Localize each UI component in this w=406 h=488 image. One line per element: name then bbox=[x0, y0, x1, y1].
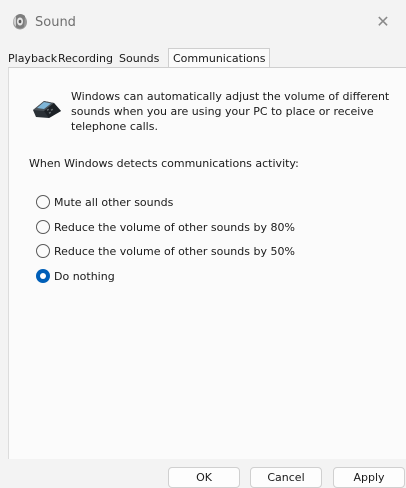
tab-sounds[interactable]: Sounds bbox=[119, 50, 159, 68]
apply-button[interactable]: Apply bbox=[333, 467, 405, 488]
button-bar: OK Cancel Apply bbox=[0, 459, 406, 488]
ok-button[interactable]: OK bbox=[168, 467, 240, 488]
intro-text: Windows can automatically adjust the vol… bbox=[71, 90, 390, 133]
option-label: Reduce the volume of other sounds by 80% bbox=[54, 220, 295, 234]
tab-recording[interactable]: Recording bbox=[58, 50, 113, 68]
radio-button[interactable] bbox=[36, 195, 50, 209]
cancel-button[interactable]: Cancel bbox=[250, 467, 322, 488]
title-bar: Sound ✕ bbox=[0, 0, 406, 46]
communications-panel: Windows can automatically adjust the vol… bbox=[8, 67, 406, 459]
tab-strip: Playback Recording Sounds Communications bbox=[8, 48, 406, 68]
tab-communications[interactable]: Communications bbox=[168, 48, 271, 68]
radio-button[interactable] bbox=[36, 220, 50, 234]
close-icon: ✕ bbox=[376, 11, 390, 31]
option-label: Mute all other sounds bbox=[54, 195, 174, 209]
option-mute-all[interactable]: Mute all other sounds bbox=[36, 194, 173, 210]
window-title: Sound bbox=[35, 15, 76, 30]
option-do-nothing[interactable]: Do nothing bbox=[36, 268, 115, 284]
radio-button-selected[interactable] bbox=[36, 269, 50, 283]
radio-dot bbox=[40, 273, 46, 279]
option-label: Do nothing bbox=[54, 269, 115, 283]
close-button[interactable]: ✕ bbox=[360, 0, 406, 42]
option-reduce-50[interactable]: Reduce the volume of other sounds by 50% bbox=[36, 243, 295, 259]
option-reduce-80[interactable]: Reduce the volume of other sounds by 80% bbox=[36, 219, 295, 235]
option-label: Reduce the volume of other sounds by 50% bbox=[54, 244, 295, 258]
radio-button[interactable] bbox=[36, 244, 50, 258]
detect-label: When Windows detects communications acti… bbox=[29, 157, 299, 170]
sound-dialog: Sound ✕ Playback Recording Sounds Commun… bbox=[0, 0, 406, 488]
telephone-icon bbox=[32, 97, 62, 119]
speaker-icon bbox=[10, 11, 30, 31]
tab-playback[interactable]: Playback bbox=[8, 50, 57, 68]
